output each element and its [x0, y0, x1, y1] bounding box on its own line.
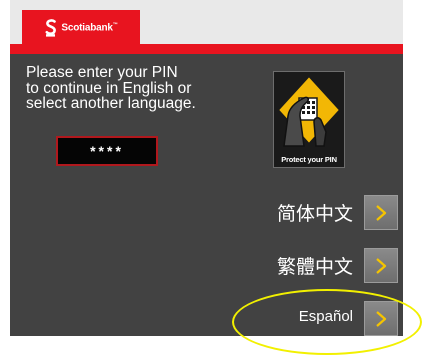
pin-entry-field[interactable]: **** [56, 136, 158, 166]
language-label-simplified-chinese: 简体中文 [276, 203, 353, 225]
language-label-traditional-chinese: 繁體中文 [276, 256, 353, 278]
atm-screen: Scotiabank™ Please enter your PIN to con… [10, 0, 403, 336]
protect-pin-poster: Protect your PIN [273, 71, 345, 168]
highlight-ellipse [232, 289, 422, 355]
scotiabank-s-icon [45, 19, 57, 37]
simplified-chinese-button[interactable] [364, 195, 398, 230]
hand-shielding-keypad-icon [276, 74, 342, 147]
chevron-right-icon [376, 257, 387, 274]
brand-name: Scotiabank™ [61, 22, 118, 34]
scotiabank-logo: Scotiabank™ [22, 10, 140, 46]
traditional-chinese-button[interactable] [364, 248, 398, 283]
poster-caption: Protect your PIN [281, 155, 337, 164]
chevron-right-icon [376, 204, 387, 221]
pin-prompt: Please enter your PIN to continue in Eng… [26, 64, 196, 112]
